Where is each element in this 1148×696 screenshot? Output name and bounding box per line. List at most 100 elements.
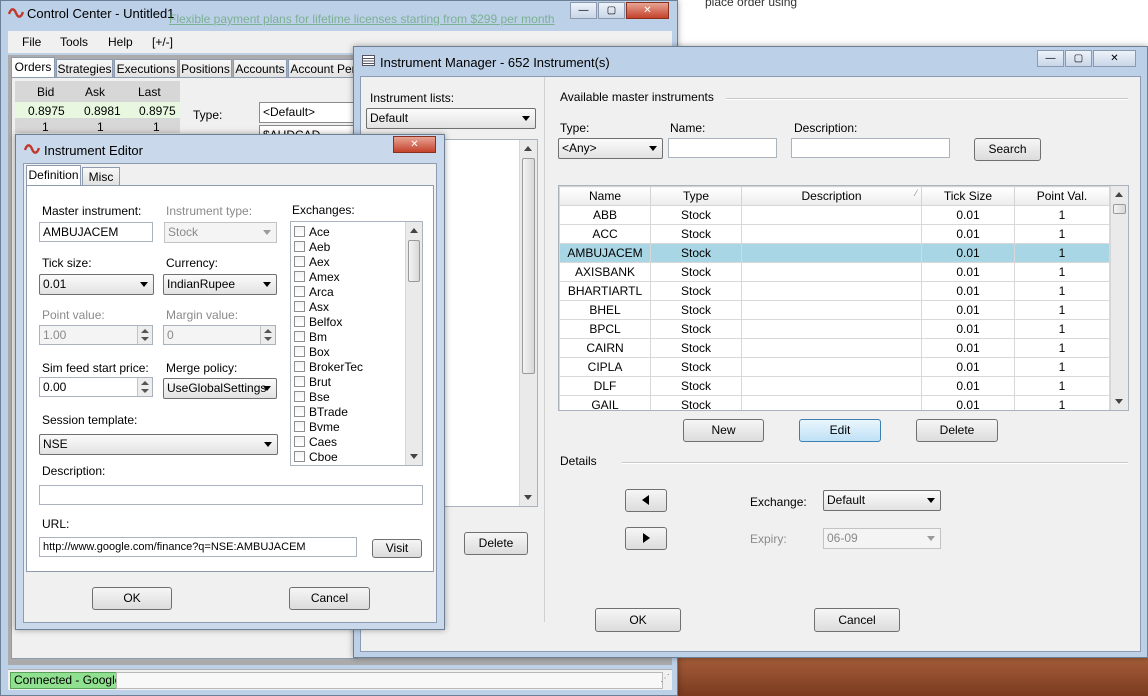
exchange-item[interactable]: Belfox — [294, 314, 363, 329]
search-button[interactable]: Search — [974, 138, 1041, 161]
resize-grip-icon[interactable]: ⋰ — [660, 673, 670, 684]
cancel-button[interactable]: Cancel — [289, 587, 370, 610]
new-instrument-button[interactable]: New — [683, 419, 764, 442]
table-row[interactable]: AXISBANK Stock 0.01 1 — [559, 262, 1110, 282]
exchange-item[interactable]: Brut — [294, 374, 363, 389]
filter-description-input[interactable] — [791, 138, 950, 158]
margin-value-input[interactable]: 0 — [163, 325, 276, 345]
table-row[interactable]: CIPLA Stock 0.01 1 — [559, 357, 1110, 377]
exchange-checkbox[interactable] — [294, 436, 305, 447]
cancel-button[interactable]: Cancel — [814, 608, 900, 632]
exchange-select[interactable]: Default — [823, 490, 941, 511]
exchange-checkbox[interactable] — [294, 391, 305, 402]
column-header-type[interactable]: Type — [650, 186, 742, 206]
exchange-checkbox[interactable] — [294, 241, 305, 252]
exchange-item[interactable]: Amex — [294, 269, 363, 284]
table-row[interactable]: ACC Stock 0.01 1 — [559, 224, 1110, 244]
table-row[interactable]: BPCL Stock 0.01 1 — [559, 319, 1110, 339]
column-header-description[interactable]: Description ⁄ — [741, 186, 922, 206]
exchange-item[interactable]: BTrade — [294, 404, 363, 419]
exchange-checkbox[interactable] — [294, 406, 305, 417]
exchange-checkbox[interactable] — [294, 421, 305, 432]
exchange-item[interactable]: Aeb — [294, 239, 363, 254]
table-row[interactable]: BHEL Stock 0.01 1 — [559, 300, 1110, 320]
exchange-item[interactable]: Bm — [294, 329, 363, 344]
exchange-item[interactable]: BrokerTec — [294, 359, 363, 374]
list-scrollbar[interactable] — [519, 140, 537, 506]
exchange-checkbox[interactable] — [294, 226, 305, 237]
session-template-select[interactable]: NSE — [39, 434, 278, 455]
exchange-item[interactable]: Asx — [294, 299, 363, 314]
ok-button[interactable]: OK — [92, 587, 172, 610]
instrument-editor-titlebar[interactable]: Instrument Editor ✕ — [16, 135, 444, 159]
exchange-checkbox[interactable] — [294, 286, 305, 297]
exchange-item[interactable]: Caes — [294, 434, 363, 449]
minimize-button[interactable]: — — [1037, 50, 1064, 67]
filter-type-select[interactable]: <Any> — [558, 138, 663, 159]
list-scroll-thumb[interactable] — [522, 158, 535, 374]
exchange-checkbox[interactable] — [294, 316, 305, 327]
ok-button[interactable]: OK — [595, 608, 681, 632]
table-row[interactable]: BHARTIARTL Stock 0.01 1 — [559, 281, 1110, 301]
exchange-item[interactable]: Ace — [294, 224, 363, 239]
exchange-item[interactable]: Aex — [294, 254, 363, 269]
exchange-checkbox[interactable] — [294, 376, 305, 387]
tab-executions[interactable]: Executions — [114, 59, 178, 77]
table-row-selected[interactable]: AMBUJACEM Stock 0.01 1 — [559, 243, 1110, 263]
grid-scroll-thumb[interactable] — [1113, 204, 1126, 214]
description-input[interactable] — [39, 485, 423, 505]
table-row[interactable]: DLF Stock 0.01 1 — [559, 376, 1110, 396]
menu-expand[interactable]: [+/-] — [152, 35, 173, 49]
visit-button[interactable]: Visit — [372, 539, 422, 558]
grid-scrollbar[interactable] — [1110, 186, 1128, 410]
exchange-checkbox[interactable] — [294, 361, 305, 372]
menu-file[interactable]: File — [22, 35, 41, 49]
delete-instrument-button[interactable]: Delete — [916, 419, 998, 442]
exchange-checkbox[interactable] — [294, 271, 305, 282]
minimize-button[interactable]: — — [570, 2, 597, 19]
column-header-tick-size[interactable]: Tick Size — [921, 186, 1015, 206]
menu-help[interactable]: Help — [108, 35, 133, 49]
table-row[interactable]: GAIL Stock 0.01 1 — [559, 395, 1110, 410]
exchange-checkbox[interactable] — [294, 451, 305, 462]
banner-link[interactable]: Flexible payment plans for lifetime lice… — [169, 12, 555, 26]
exchange-item[interactable]: Bvme — [294, 419, 363, 434]
exchange-checkbox[interactable] — [294, 256, 305, 267]
instrument-type-select[interactable]: Stock — [164, 222, 277, 243]
merge-policy-select[interactable]: UseGlobalSettings — [163, 378, 277, 399]
sim-feed-input[interactable]: 0.00 — [39, 377, 153, 397]
exchange-item[interactable]: Cboe — [294, 449, 363, 464]
close-button[interactable]: ✕ — [1093, 50, 1136, 67]
maximize-button[interactable]: ▢ — [1065, 50, 1092, 67]
expiry-select[interactable]: 06-09 — [823, 528, 941, 549]
table-row[interactable]: ABB Stock 0.01 1 — [559, 205, 1110, 225]
instrument-lists-select[interactable]: Default — [366, 108, 536, 129]
filter-name-input[interactable] — [668, 138, 777, 158]
tab-positions[interactable]: Positions — [179, 59, 232, 77]
exchange-item[interactable]: Arca — [294, 284, 363, 299]
column-header-point-value[interactable]: Point Val. — [1014, 186, 1110, 206]
exchanges-scrollbar[interactable] — [405, 222, 422, 465]
exchanges-scroll-thumb[interactable] — [408, 240, 420, 282]
url-input[interactable]: http://www.google.com/finance?q=NSE:AMBU… — [39, 537, 357, 557]
tab-strategies[interactable]: Strategies — [56, 59, 113, 77]
tab-definition[interactable]: Definition — [26, 165, 81, 185]
tab-account-performance[interactable]: Account Per — [288, 59, 358, 77]
exchange-item[interactable]: Box — [294, 344, 363, 359]
currency-select[interactable]: IndianRupee — [163, 274, 277, 295]
delete-list-button[interactable]: Delete — [464, 532, 528, 555]
tab-accounts[interactable]: Accounts — [233, 59, 287, 77]
order-type-select[interactable]: <Default> — [259, 102, 359, 123]
exchange-checkbox[interactable] — [294, 331, 305, 342]
instrument-manager-titlebar[interactable]: Instrument Manager - 652 Instrument(s) —… — [354, 47, 1147, 71]
master-instrument-input[interactable]: AMBUJACEM — [39, 222, 153, 242]
maximize-button[interactable]: ▢ — [598, 2, 625, 19]
close-button[interactable]: ✕ — [626, 2, 669, 19]
edit-instrument-button[interactable]: Edit — [799, 419, 881, 442]
exchange-checkbox[interactable] — [294, 346, 305, 357]
tick-size-select[interactable]: 0.01 — [39, 274, 154, 295]
menu-tools[interactable]: Tools — [60, 35, 88, 49]
exchange-checkbox[interactable] — [294, 301, 305, 312]
tab-orders[interactable]: Orders — [11, 57, 55, 77]
column-header-name[interactable]: Name — [559, 186, 651, 206]
